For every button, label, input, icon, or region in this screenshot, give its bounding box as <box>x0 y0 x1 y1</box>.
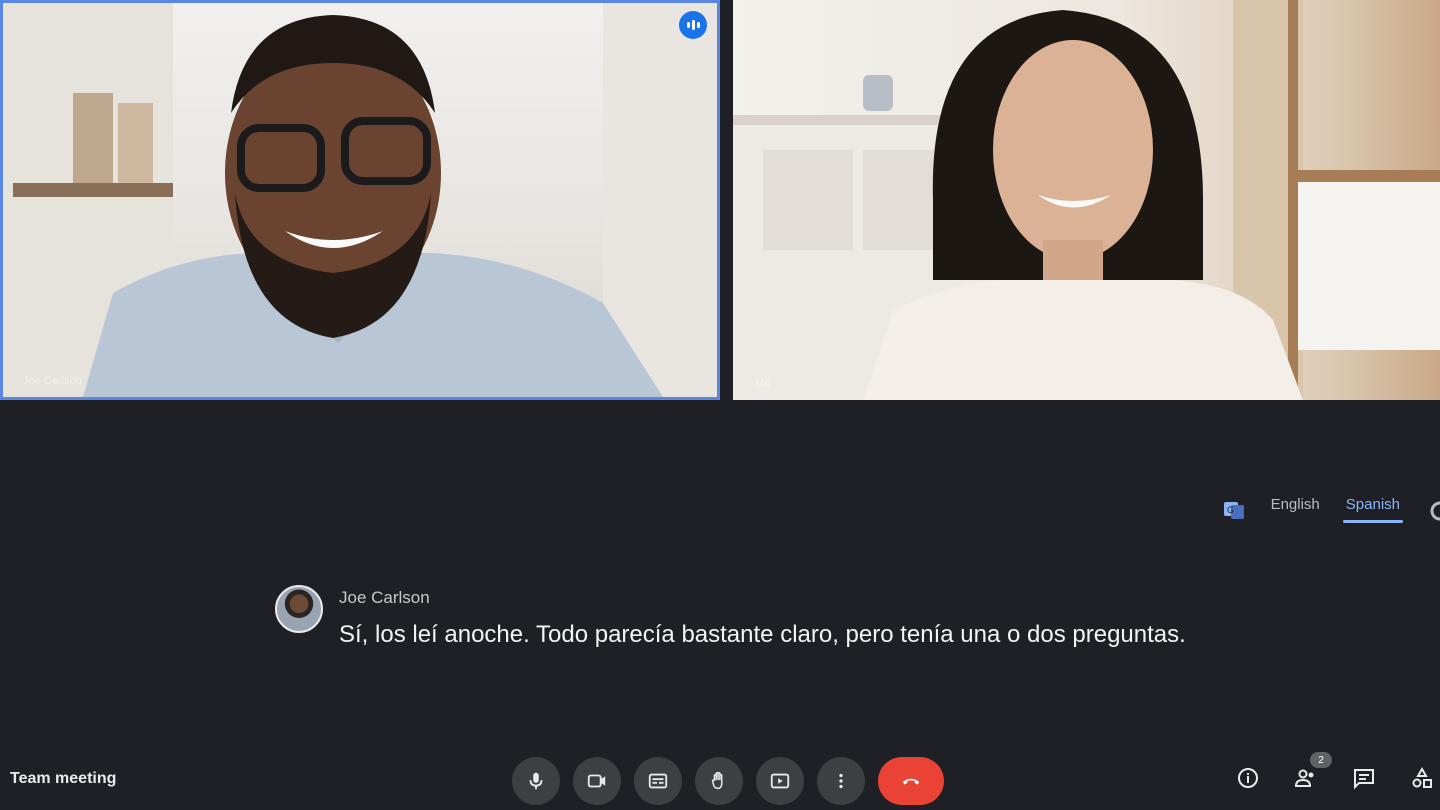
activities-icon <box>1412 766 1432 788</box>
right-toolbar: 2 <box>1236 752 1440 790</box>
raise-hand-button[interactable] <box>695 757 743 805</box>
hand-icon <box>711 772 723 790</box>
present-button[interactable] <box>756 757 804 805</box>
caption-speaker-name: Joe Carlson <box>339 588 430 607</box>
meeting-details-button[interactable] <box>1236 766 1260 790</box>
videocam-icon <box>587 774 606 788</box>
live-caption: Joe Carlson Sí, los leí anoche. Todo par… <box>275 585 1195 652</box>
more-options-button[interactable] <box>817 757 865 805</box>
call-controls <box>512 757 944 805</box>
people-icon <box>1294 769 1314 787</box>
chat-button[interactable] <box>1352 766 1376 790</box>
chat-icon <box>1354 769 1374 790</box>
tile-name-label: Me <box>755 378 771 390</box>
translate-icon[interactable]: G <box>1223 499 1245 521</box>
mic-icon <box>529 772 543 790</box>
tile-name-label: Joe Carlson <box>23 375 82 387</box>
present-screen-icon <box>770 773 790 789</box>
participants-count-badge: 2 <box>1310 752 1332 768</box>
end-call-icon <box>902 778 920 785</box>
info-icon <box>1238 768 1258 788</box>
caption-text: Sí, los leí anoche. Todo parecía bastant… <box>339 621 1186 648</box>
more-vert-icon <box>839 773 843 789</box>
video-tile-joe[interactable]: Joe Carlson <box>0 0 720 400</box>
participant-video-image <box>3 3 717 397</box>
language-tab-spanish[interactable]: Spanish <box>1342 496 1404 523</box>
participants-button[interactable]: 2 <box>1294 752 1332 790</box>
language-tab-english[interactable]: English <box>1271 496 1320 523</box>
microphone-button[interactable] <box>512 757 560 805</box>
speaking-indicator-icon <box>679 11 707 39</box>
captions-icon <box>648 773 668 789</box>
camera-button[interactable] <box>573 757 621 805</box>
svg-text:G: G <box>1227 505 1234 515</box>
participant-video-image <box>733 0 1440 400</box>
avatar <box>275 585 323 633</box>
end-call-button[interactable] <box>878 757 944 805</box>
captions-language-bar: G English Spanish <box>1223 496 1440 523</box>
video-tile-self[interactable]: Me <box>733 0 1440 400</box>
captions-button[interactable] <box>634 757 682 805</box>
activities-button[interactable] <box>1410 766 1434 790</box>
meeting-title: Team meeting <box>10 770 117 787</box>
caption-settings-icon[interactable] <box>1428 500 1440 522</box>
